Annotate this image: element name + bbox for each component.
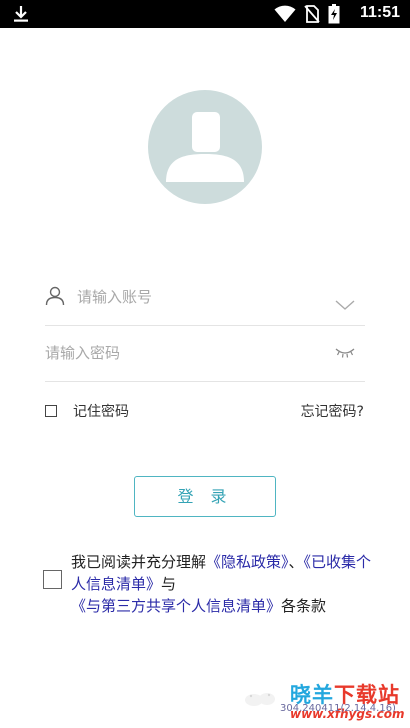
watermark-logo [245,693,275,706]
eye-closed-icon[interactable] [335,347,355,359]
chevron-down-icon[interactable] [335,300,355,310]
agreement-mid: 与 [161,575,177,593]
status-bar: 11:51 [0,0,410,28]
battery-charging-icon [328,4,340,24]
agreement-text: 我已阅读并充分理解《隐私政策》、《已收集个人信息清单》与《与第三方共享个人信息清… [71,551,381,617]
agreement-prefix: 我已阅读并充分理解 [71,553,207,571]
remember-password-label: 记住密码 [73,404,129,420]
version-label: 304.240411(2.14.4.16) [280,703,396,714]
remember-password-checkbox[interactable] [45,405,57,417]
forgot-password-link[interactable]: 忘记密码? [301,401,364,421]
agreement-checkbox[interactable] [43,570,62,589]
password-input[interactable]: 请输入密码 [45,342,120,363]
agreement-suffix: 各条款 [281,597,327,615]
login-button[interactable]: 登 录 [134,476,276,517]
no-sim-icon [304,5,320,23]
privacy-policy-link[interactable]: 《隐私政策》 [206,553,289,571]
download-icon [14,6,28,22]
wifi-icon [274,5,296,22]
remember-password-row[interactable]: 记住密码 [45,401,129,421]
third-party-sharing-list-link[interactable]: 《与第三方共享个人信息清单》 [71,597,281,615]
status-time: 11:51 [359,4,400,21]
default-user-icon [166,112,244,182]
agreement-separator: 、 [288,553,304,571]
status-icons [274,4,340,24]
account-field[interactable]: 请输入账号 [45,270,365,326]
avatar [148,90,262,204]
password-field[interactable]: 请输入密码 [45,326,365,382]
account-input[interactable]: 请输入账号 [77,286,152,307]
user-icon [45,286,65,306]
